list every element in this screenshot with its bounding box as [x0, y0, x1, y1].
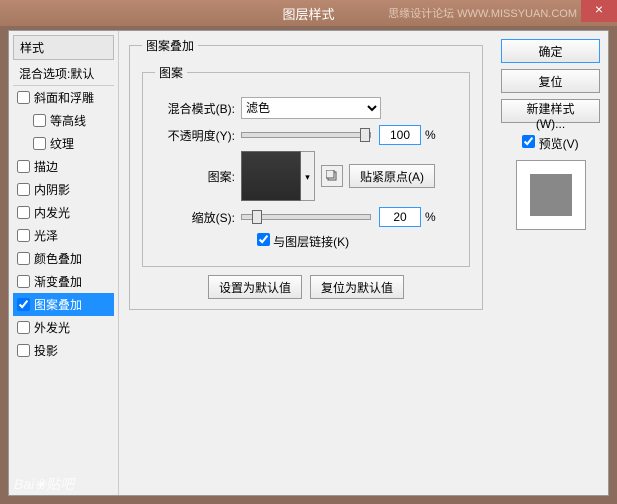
style-item-6[interactable]: 光泽: [13, 224, 114, 247]
snap-origin-button[interactable]: 贴紧原点(A): [349, 164, 435, 188]
style-checkbox[interactable]: [17, 344, 30, 357]
baidu-watermark: Bai❀贴吧: [14, 474, 74, 494]
styles-header[interactable]: 样式: [13, 35, 114, 60]
style-item-0[interactable]: 斜面和浮雕: [13, 86, 114, 109]
link-layer-label: 与图层链接(K): [273, 235, 349, 249]
style-item-label: 内发光: [34, 204, 70, 221]
scale-input[interactable]: [379, 207, 421, 227]
ok-button[interactable]: 确定: [501, 39, 600, 63]
style-item-label: 投影: [34, 342, 58, 359]
preview-box: [516, 160, 586, 230]
style-item-4[interactable]: 内阴影: [13, 178, 114, 201]
preview-label: 预览(V): [539, 137, 579, 151]
close-button[interactable]: ×: [581, 0, 617, 22]
style-item-label: 图案叠加: [34, 296, 82, 313]
style-item-3[interactable]: 描边: [13, 155, 114, 178]
pattern-swatch[interactable]: [241, 151, 301, 201]
style-checkbox[interactable]: [17, 91, 30, 104]
preview-checkbox[interactable]: [522, 135, 535, 148]
dialog-body: 样式 混合选项:默认 斜面和浮雕等高线纹理描边内阴影内发光光泽颜色叠加渐变叠加图…: [8, 30, 609, 496]
style-checkbox[interactable]: [17, 298, 30, 311]
style-item-label: 外发光: [34, 319, 70, 336]
style-checkbox[interactable]: [17, 321, 30, 334]
style-item-label: 光泽: [34, 227, 58, 244]
style-item-5[interactable]: 内发光: [13, 201, 114, 224]
pattern-overlay-group: 图案叠加 图案 混合模式(B): 滤色 不透明度(Y): % 图案:: [129, 37, 483, 310]
styles-panel: 样式 混合选项:默认 斜面和浮雕等高线纹理描边内阴影内发光光泽颜色叠加渐变叠加图…: [9, 31, 119, 495]
style-checkbox[interactable]: [17, 183, 30, 196]
action-panel: 确定 复位 新建样式(W)... 预览(V): [493, 31, 608, 495]
scale-slider[interactable]: [241, 214, 371, 220]
style-checkbox[interactable]: [17, 275, 30, 288]
reset-button[interactable]: 复位: [501, 69, 600, 93]
style-item-1[interactable]: 等高线: [13, 109, 114, 132]
group-title: 图案叠加: [142, 37, 198, 54]
pattern-title: 图案: [155, 64, 187, 81]
pattern-swatch-label: 图案:: [155, 168, 235, 185]
titlebar: 图层样式 思缘设计论坛 WWW.MISSYUAN.COM ×: [0, 0, 617, 26]
new-style-button[interactable]: 新建样式(W)...: [501, 99, 600, 123]
opacity-label: 不透明度(Y):: [155, 127, 235, 144]
style-item-10[interactable]: 外发光: [13, 316, 114, 339]
blend-mode-label: 混合模式(B):: [155, 100, 235, 117]
style-checkbox[interactable]: [17, 252, 30, 265]
window-title: 图层样式: [282, 4, 334, 23]
style-checkbox[interactable]: [17, 206, 30, 219]
style-checkbox[interactable]: [33, 114, 46, 127]
new-preset-icon[interactable]: [321, 165, 343, 187]
preview-swatch: [530, 174, 572, 216]
style-item-label: 纹理: [50, 135, 74, 152]
style-item-9[interactable]: 图案叠加: [13, 293, 114, 316]
style-item-7[interactable]: 颜色叠加: [13, 247, 114, 270]
blend-options-header[interactable]: 混合选项:默认: [13, 62, 114, 86]
percent-label-2: %: [425, 210, 436, 224]
style-item-label: 颜色叠加: [34, 250, 82, 267]
set-default-button[interactable]: 设置为默认值: [208, 275, 302, 299]
style-item-label: 内阴影: [34, 181, 70, 198]
options-panel: 图案叠加 图案 混合模式(B): 滤色 不透明度(Y): % 图案:: [119, 31, 493, 495]
style-checkbox[interactable]: [17, 160, 30, 173]
style-item-2[interactable]: 纹理: [13, 132, 114, 155]
reset-default-button[interactable]: 复位为默认值: [310, 275, 404, 299]
style-item-label: 等高线: [50, 112, 86, 129]
blend-mode-select[interactable]: 滤色: [241, 97, 381, 119]
watermark: 思缘设计论坛 WWW.MISSYUAN.COM: [388, 5, 577, 21]
percent-label: %: [425, 128, 436, 142]
style-item-label: 渐变叠加: [34, 273, 82, 290]
style-item-label: 描边: [34, 158, 58, 175]
scale-label: 缩放(S):: [155, 209, 235, 226]
link-layer-checkbox[interactable]: [257, 233, 270, 246]
opacity-input[interactable]: [379, 125, 421, 145]
style-checkbox[interactable]: [17, 229, 30, 242]
link-layer-checkbox-wrap[interactable]: 与图层链接(K): [257, 233, 349, 250]
style-item-8[interactable]: 渐变叠加: [13, 270, 114, 293]
preview-checkbox-wrap[interactable]: 预览(V): [522, 137, 578, 151]
pattern-dropdown-arrow[interactable]: ▾: [301, 151, 315, 201]
pattern-group: 图案 混合模式(B): 滤色 不透明度(Y): % 图案: ▾: [142, 64, 470, 267]
style-checkbox[interactable]: [33, 137, 46, 150]
opacity-slider[interactable]: [241, 132, 371, 138]
style-item-label: 斜面和浮雕: [34, 89, 94, 106]
style-item-11[interactable]: 投影: [13, 339, 114, 362]
